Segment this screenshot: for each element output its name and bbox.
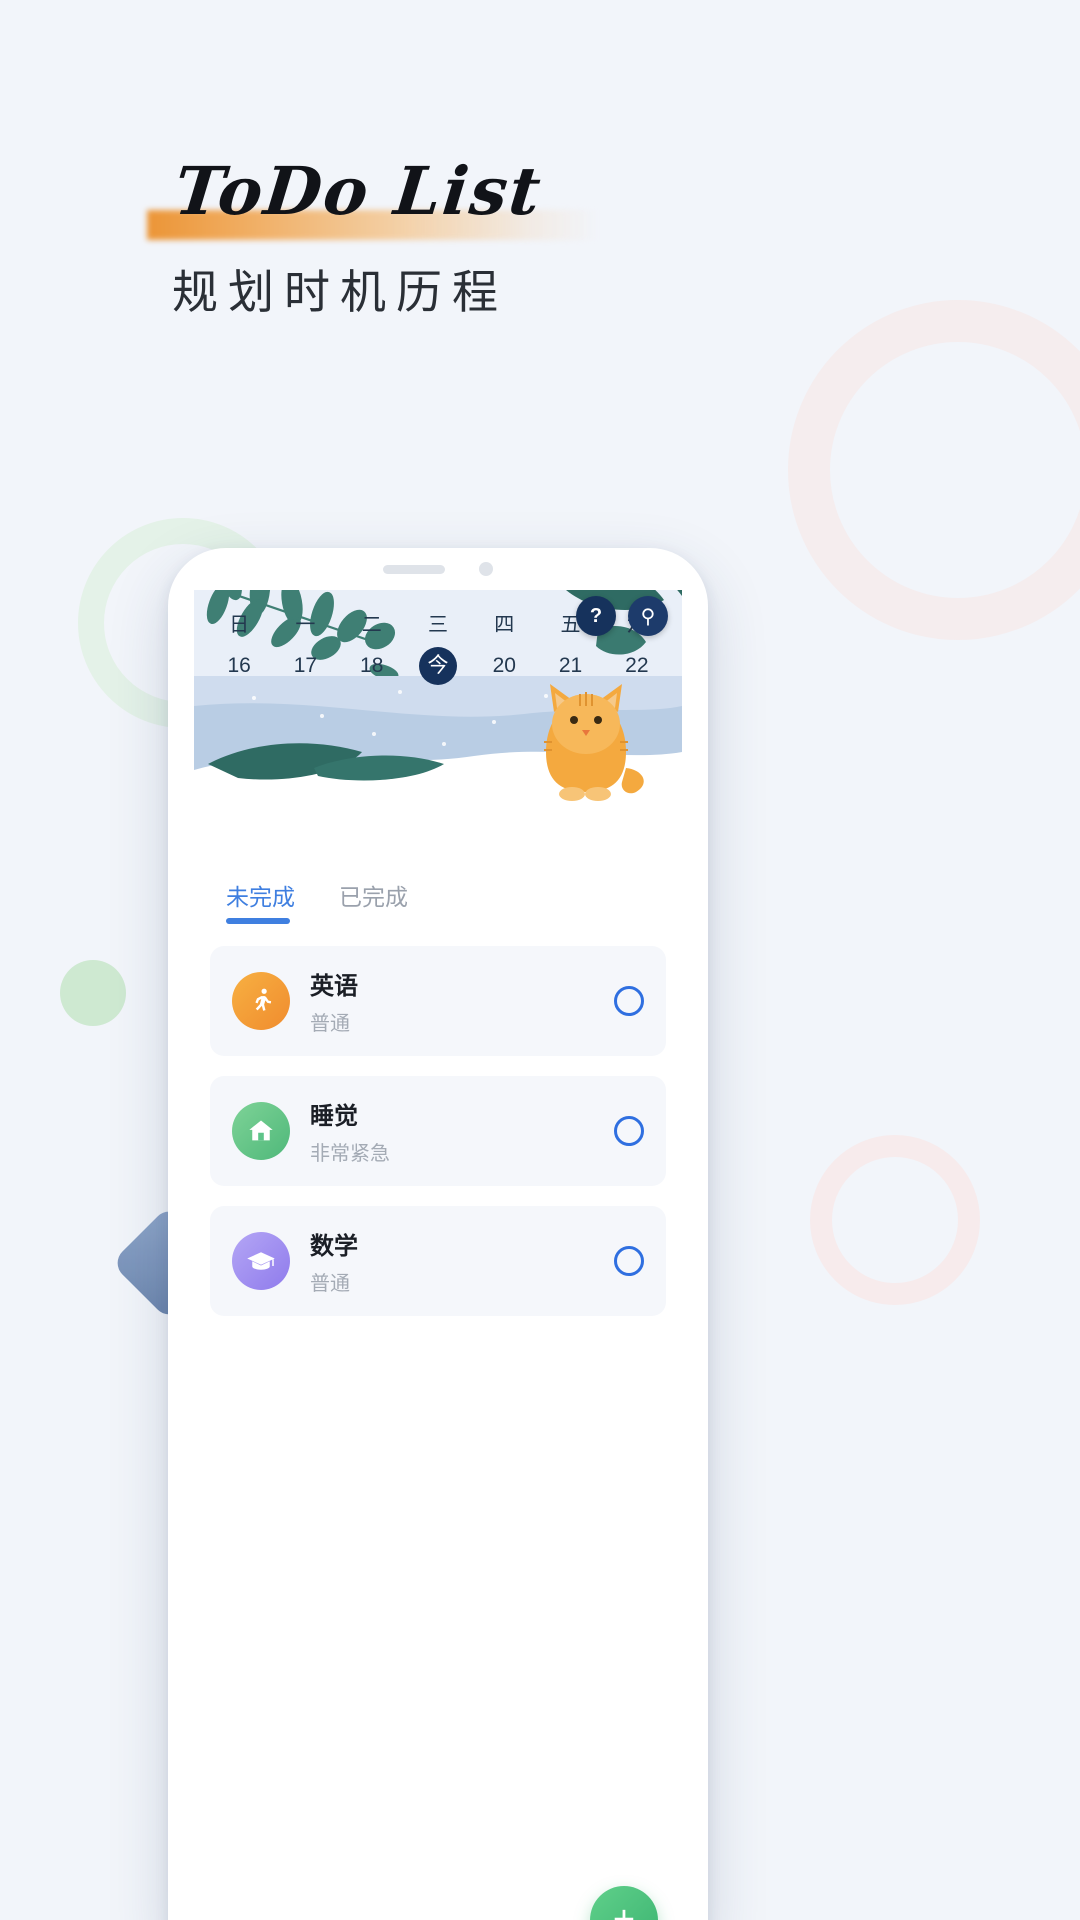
help-badge[interactable]: ? [576,596,616,636]
task-text: 数学 普通 [310,1226,594,1296]
phone-mockup: ? ⚲ 日 16 一 17 二 18 三 今 四 20 五 21 22 未完成 … [168,548,708,1920]
shield-badge[interactable]: ⚲ [628,596,668,636]
decor-dot-green [60,960,126,1026]
page-subtitle: 规划时机历程 [172,265,508,319]
phone-screen: ? ⚲ 日 16 一 17 二 18 三 今 四 20 五 21 22 未完成 … [194,590,682,1920]
calendar-hero: ? ⚲ 日 16 一 17 二 18 三 今 四 20 五 21 22 [194,590,682,852]
task-title: 数学 [310,1233,358,1260]
weekday-label: 四 [494,614,515,636]
task-list: 英语 普通 睡觉 非常紧急 数学 普通 [194,924,682,1316]
date-number: 17 [293,654,318,677]
earpiece-speaker [383,564,445,574]
front-camera-icon [479,562,493,576]
day-column-0[interactable]: 日 16 [211,608,267,685]
decor-ring-pink [788,300,1080,640]
tab-completed[interactable]: 已完成 [339,878,408,924]
graduation-cap-icon [232,1232,290,1290]
task-tabs: 未完成 已完成 [194,852,682,924]
phone-notch [168,548,708,590]
house-icon [232,1102,290,1160]
decor-ring-rose [810,1135,980,1305]
add-task-fab[interactable]: + [590,1886,658,1920]
page-title: ToDo List [170,152,547,230]
task-text: 英语 普通 [310,966,594,1036]
hero-badges: ? ⚲ [576,596,668,636]
task-text: 睡觉 非常紧急 [310,1096,594,1166]
weekday-label: 三 [427,614,448,636]
weekday-label: 二 [361,614,382,636]
task-row[interactable]: 数学 普通 [210,1206,666,1316]
task-complete-checkbox[interactable] [614,1116,644,1146]
day-column-1[interactable]: 一 17 [277,608,333,685]
date-number: 20 [492,654,516,677]
weekday-label: 日 [229,614,250,636]
promo-page: ToDo List 规划时机历程 ? ⚲ 日 16 一 17 二 18 三 今 … [0,0,1080,1920]
day-column-4[interactable]: 四 20 [476,608,532,685]
day-column-today[interactable]: 三 今 [410,608,466,685]
weekday-label: 一 [295,614,316,636]
today-chip: 今 [418,647,457,685]
date-number: 22 [625,654,649,677]
task-complete-checkbox[interactable] [614,986,644,1016]
tab-incomplete[interactable]: 未完成 [226,878,295,924]
date-number: 21 [558,654,583,677]
date-number: 16 [227,654,251,677]
day-column-2[interactable]: 二 18 [344,608,400,685]
title-wrap: ToDo List [147,152,597,240]
task-title: 睡觉 [310,1103,358,1130]
task-priority: 普通 [310,1273,350,1295]
page-header: ToDo List 规划时机历程 [0,0,1080,322]
task-row[interactable]: 睡觉 非常紧急 [210,1076,666,1186]
task-complete-checkbox[interactable] [614,1246,644,1276]
running-icon [232,972,290,1030]
task-priority: 普通 [310,1013,350,1035]
task-title: 英语 [310,973,358,1000]
date-number: 18 [360,654,384,677]
task-row[interactable]: 英语 普通 [210,946,666,1056]
task-priority: 非常紧急 [310,1143,390,1165]
